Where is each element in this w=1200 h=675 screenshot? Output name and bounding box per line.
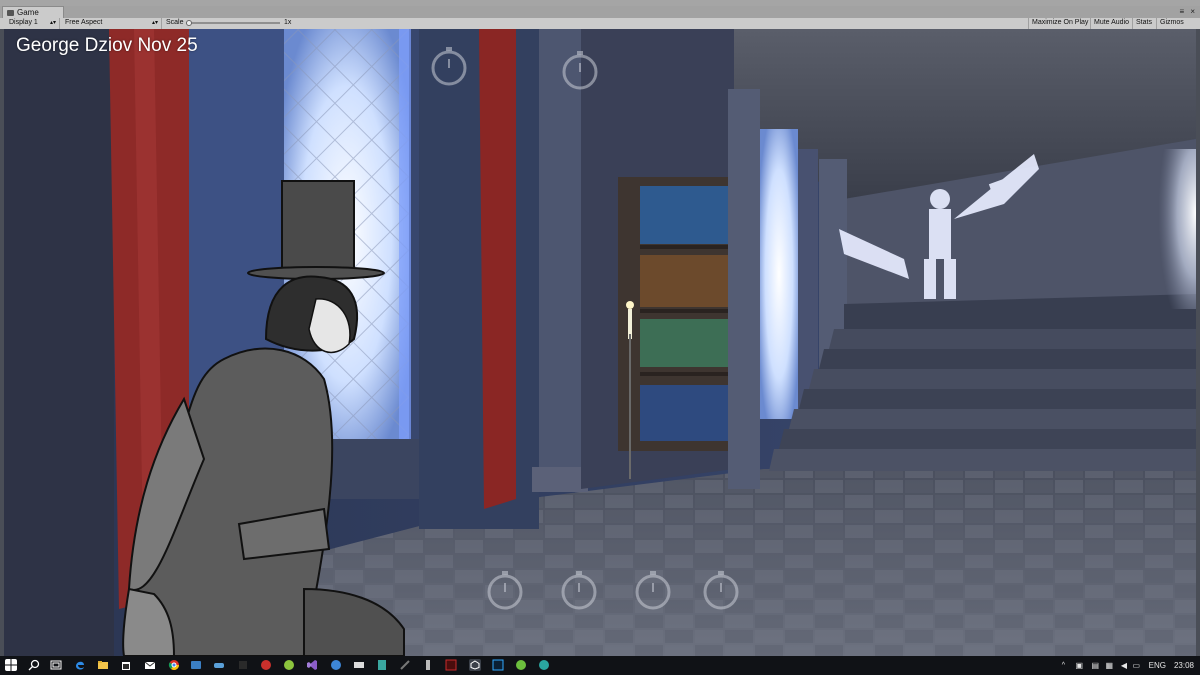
language-indicator[interactable]: ENG	[1149, 656, 1166, 675]
dropdown-arrow-icon: ▴▾	[151, 20, 158, 26]
windows-taskbar: ^ ▣ ▤ ▦ ◀ ▭ ENG 23:08	[0, 656, 1200, 675]
stopwatch-icon	[558, 567, 600, 613]
game-viewport[interactable]: George Dziov Nov 25	[4, 29, 1196, 656]
network-icon[interactable]: ▦	[1105, 656, 1113, 675]
game-scene	[4, 29, 1196, 656]
app-icon-green-circle[interactable]	[283, 659, 295, 671]
mute-audio-button[interactable]: Mute Audio	[1090, 18, 1132, 29]
tray-app-icon[interactable]: ▣	[1075, 656, 1083, 675]
tab-game-label: Game	[17, 8, 39, 17]
stopwatch-icon	[484, 567, 526, 613]
viewport-border-right	[1196, 29, 1200, 656]
app-icon-green-globe[interactable]	[515, 659, 527, 671]
app-icon-dark[interactable]	[237, 659, 249, 671]
visual-studio-icon[interactable]	[306, 659, 318, 671]
scale-slider-handle[interactable]	[186, 20, 192, 26]
animate-icon[interactable]	[445, 659, 457, 671]
stopwatch-icon	[428, 43, 470, 89]
tab-bar: Game ≡ ×	[0, 6, 1200, 18]
app-icon-monitor[interactable]	[353, 659, 365, 671]
app-icon-teal[interactable]	[376, 659, 388, 671]
app-icon-blue-circle[interactable]	[330, 659, 342, 671]
clock-time[interactable]: 23:08	[1174, 656, 1194, 675]
search-icon[interactable]	[28, 659, 40, 671]
app-icon-teal-globe[interactable]	[538, 659, 550, 671]
app-icon-blue-1[interactable]	[190, 659, 202, 671]
stopwatch-icon	[559, 47, 601, 93]
mail-icon[interactable]	[144, 659, 156, 671]
photoshop-icon[interactable]	[492, 659, 504, 671]
display-dropdown[interactable]: Display 1 ▴▾	[6, 18, 60, 29]
input-indicator-icon[interactable]: ▭	[1132, 656, 1140, 675]
aspect-dropdown-label: Free Aspect	[65, 19, 103, 26]
chrome-icon[interactable]	[168, 659, 180, 671]
windows-start-icon[interactable]	[5, 659, 17, 671]
game-view-icon	[7, 9, 14, 16]
edge-browser-icon[interactable]	[74, 659, 86, 671]
display-dropdown-label: Display 1	[9, 19, 38, 26]
scale-label: Scale	[166, 19, 184, 26]
unity-icon[interactable]	[469, 659, 481, 671]
maximize-on-play-button[interactable]: Maximize On Play	[1028, 18, 1091, 29]
overlay-caption: George Dziov Nov 25	[16, 35, 198, 56]
stopwatch-icon	[632, 567, 674, 613]
task-view-icon[interactable]	[50, 659, 62, 671]
tray-chevron-icon[interactable]: ^	[1062, 656, 1065, 675]
stats-button[interactable]: Stats	[1132, 18, 1155, 29]
volume-icon[interactable]: ◀	[1121, 656, 1127, 675]
tray-app-icon[interactable]: ▤	[1091, 656, 1099, 675]
stopwatch-icon	[700, 567, 742, 613]
tab-game[interactable]: Game	[2, 6, 64, 18]
dropdown-arrow-icon: ▴▾	[49, 20, 56, 26]
gizmos-button[interactable]: Gizmos	[1156, 18, 1187, 29]
scale-slider-track[interactable]	[186, 22, 280, 24]
app-icon-gamepad[interactable]	[213, 659, 225, 671]
app-icon-red-circle[interactable]	[260, 659, 272, 671]
app-icon-pen[interactable]	[399, 659, 411, 671]
store-icon[interactable]	[120, 659, 132, 671]
window-controls[interactable]: ≡ ×	[1179, 6, 1197, 18]
scale-value: 1x	[284, 19, 292, 26]
app-icon-bottle[interactable]	[422, 659, 434, 671]
aspect-dropdown[interactable]: Free Aspect ▴▾	[62, 18, 162, 29]
file-explorer-icon[interactable]	[97, 659, 109, 671]
